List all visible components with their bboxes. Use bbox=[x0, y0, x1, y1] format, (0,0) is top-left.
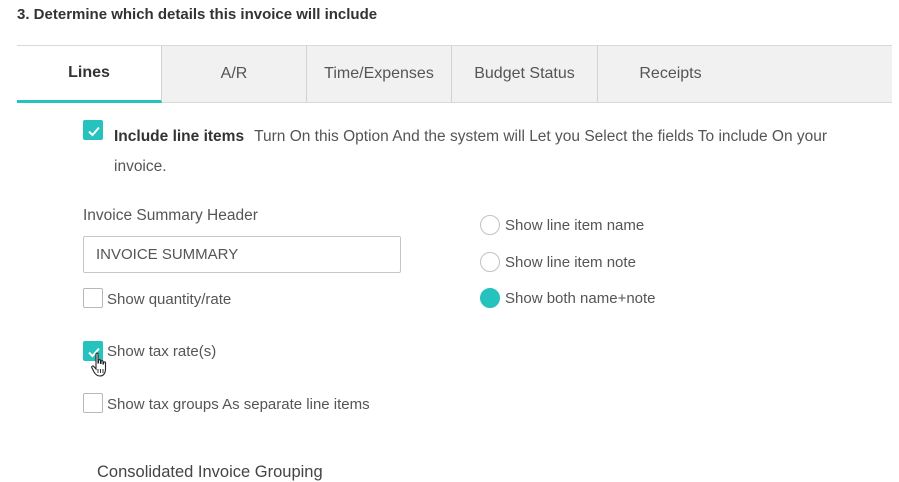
radio-show-line-item-name[interactable] bbox=[480, 215, 500, 235]
include-line-items-text: Include line items Turn On this Option A… bbox=[114, 122, 874, 182]
show-tax-groups-checkbox[interactable] bbox=[83, 393, 103, 413]
summary-header-label: Invoice Summary Header bbox=[83, 207, 258, 224]
section-title: 3. Determine which details this invoice … bbox=[17, 6, 378, 23]
include-line-items-label: Include line items bbox=[114, 128, 245, 145]
show-quantity-rate-label: Show quantity/rate bbox=[107, 291, 232, 308]
tab-lines[interactable]: Lines bbox=[17, 46, 162, 103]
hand-pointer-icon bbox=[91, 352, 111, 383]
radio-show-line-item-note[interactable] bbox=[480, 252, 500, 272]
summary-header-input[interactable] bbox=[83, 236, 401, 273]
detail-tabs: Lines A/R Time/Expenses Budget Status Re… bbox=[17, 45, 892, 103]
show-line-item-name-label: Show line item name bbox=[505, 217, 645, 234]
include-line-items-checkbox[interactable] bbox=[83, 120, 103, 140]
radio-show-both-name-note[interactable] bbox=[480, 288, 500, 308]
show-quantity-rate-checkbox[interactable] bbox=[83, 288, 103, 308]
tab-receipts[interactable]: Receipts bbox=[598, 46, 743, 102]
tab-ar[interactable]: A/R bbox=[162, 46, 307, 102]
show-tax-rate-label: Show tax rate(s) bbox=[107, 343, 217, 360]
tab-time-expenses[interactable]: Time/Expenses bbox=[307, 46, 452, 102]
show-both-name-note-label: Show both name+note bbox=[505, 290, 656, 307]
show-tax-groups-label: Show tax groups As separate line items bbox=[107, 396, 370, 413]
show-line-item-note-label: Show line item note bbox=[505, 254, 636, 271]
check-icon bbox=[88, 126, 100, 137]
tab-budget-status[interactable]: Budget Status bbox=[452, 46, 598, 102]
consolidated-grouping-label: Consolidated Invoice Grouping bbox=[97, 463, 323, 481]
